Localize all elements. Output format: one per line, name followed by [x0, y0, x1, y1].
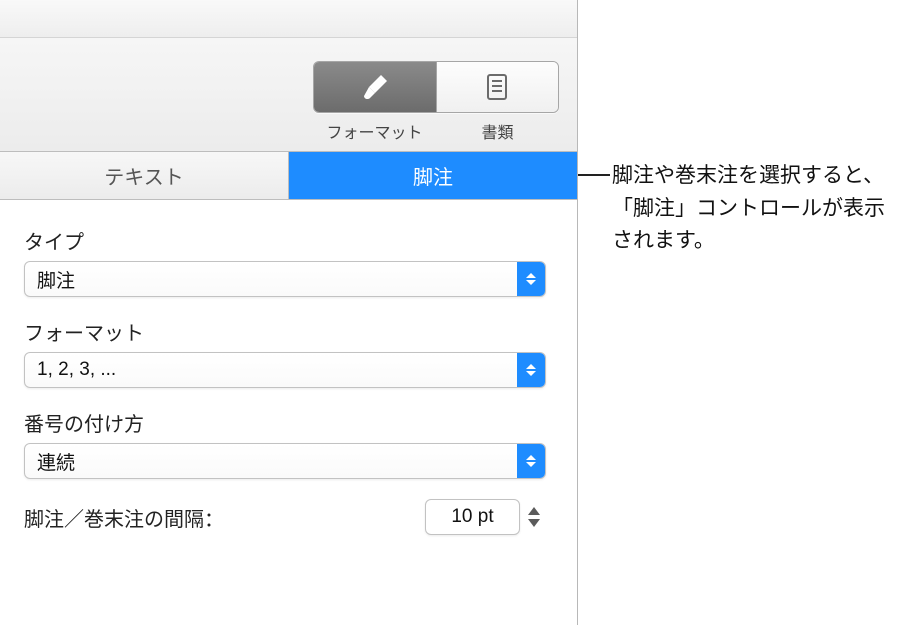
sub-tabs: テキスト 脚注 — [0, 152, 577, 200]
spacing-value: 10 pt — [451, 506, 493, 528]
type-popup[interactable]: 脚注 — [24, 261, 546, 297]
numbering-popup[interactable]: 連続 — [24, 443, 546, 479]
popup-arrows-icon — [517, 262, 545, 296]
type-label: タイプ — [24, 226, 553, 255]
callout: 脚注や巻末注を選択すると、「脚注」コントロールが表示されます。 — [578, 160, 900, 258]
spacing-value-input[interactable]: 10 pt — [425, 499, 520, 535]
paintbrush-icon — [361, 73, 389, 101]
window-titlebar — [0, 0, 577, 38]
format-tab-button[interactable] — [314, 62, 436, 112]
stepper-down-icon — [528, 519, 540, 527]
inspector-segmented-buttons — [313, 61, 559, 113]
document-tab-label: 書類 — [436, 119, 559, 143]
callout-text: 脚注や巻末注を選択すると、「脚注」コントロールが表示されます。 — [610, 160, 900, 258]
inspector-panel: フォーマット 書類 テキスト 脚注 タイプ 脚注 フォーマット 1, 2, 3,… — [0, 0, 578, 625]
format-popup[interactable]: 1, 2, 3, ... — [24, 352, 546, 388]
popup-arrows-icon — [517, 444, 545, 478]
document-tab-button[interactable] — [436, 62, 559, 112]
document-icon — [485, 73, 509, 101]
callout-line — [578, 174, 610, 176]
format-tab-label: フォーマット — [313, 119, 436, 143]
format-value: 1, 2, 3, ... — [37, 359, 116, 381]
inspector-segmented: フォーマット 書類 — [313, 61, 559, 143]
stepper-up-icon — [528, 507, 540, 515]
spacing-stepper[interactable] — [528, 501, 546, 533]
tab-footnotes[interactable]: 脚注 — [288, 152, 577, 199]
inspector-segmented-labels: フォーマット 書類 — [313, 119, 559, 143]
popup-arrows-icon — [517, 353, 545, 387]
type-value: 脚注 — [37, 266, 75, 293]
tab-text[interactable]: テキスト — [0, 152, 288, 199]
spacing-row: 脚注／巻末注の間隔： 10 pt — [24, 499, 546, 535]
format-field-label: フォーマット — [24, 317, 553, 346]
numbering-value: 連続 — [37, 448, 75, 475]
footnotes-content: タイプ 脚注 フォーマット 1, 2, 3, ... 番号の付け方 連続 脚注／… — [0, 200, 577, 535]
spacing-label: 脚注／巻末注の間隔： — [24, 503, 224, 532]
numbering-label: 番号の付け方 — [24, 408, 553, 437]
spacing-stepper-wrap: 10 pt — [425, 499, 546, 535]
toolbar: フォーマット 書類 — [0, 38, 577, 152]
